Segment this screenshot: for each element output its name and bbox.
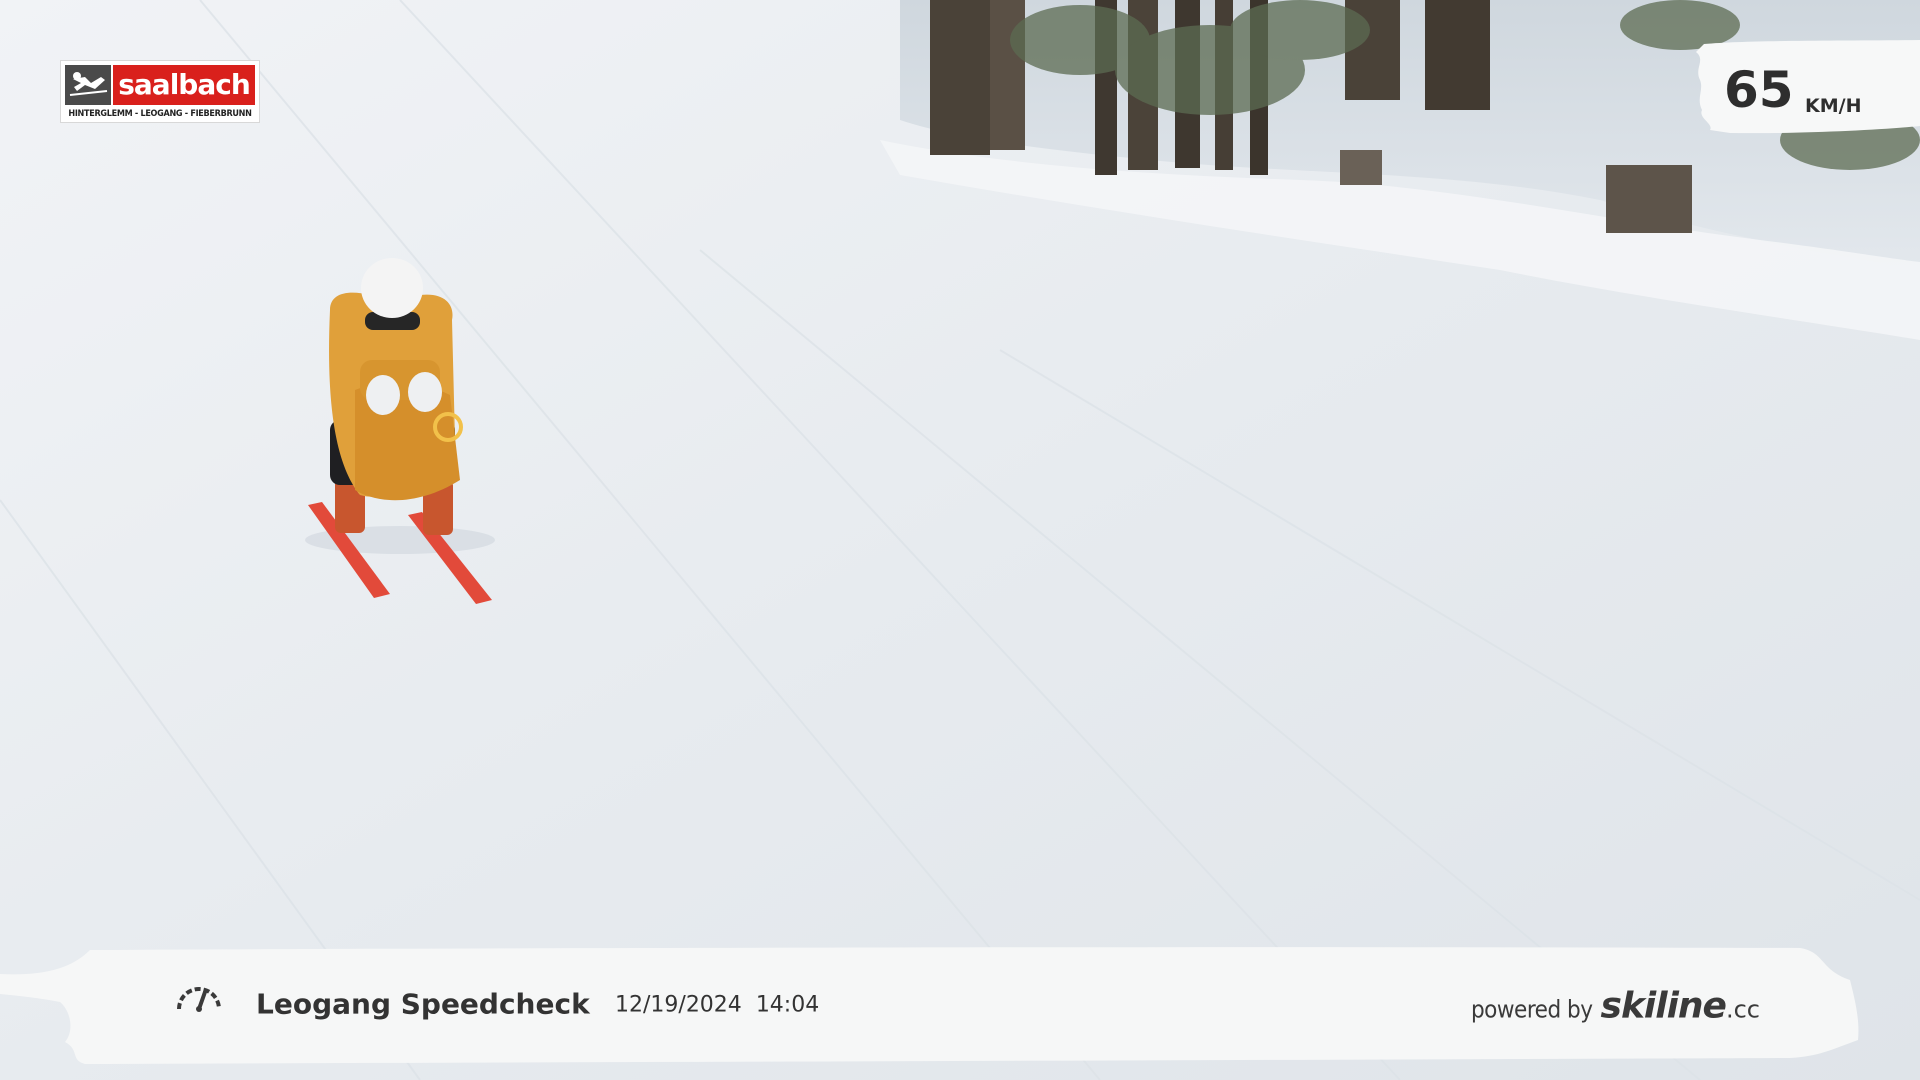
location-title: Leogang Speedcheck	[256, 987, 590, 1021]
speed-unit: KM/H	[1805, 95, 1862, 117]
logo-wordmark: saalbach	[113, 65, 255, 105]
skiline-tld: .cc	[1725, 995, 1760, 1024]
powered-by-skiline: powered by skiline.cc	[1471, 986, 1760, 1027]
skiline-brand: skiline	[1600, 985, 1727, 1027]
date-text: 12/19/2024	[615, 992, 742, 1018]
ski-slope-photo	[0, 0, 1920, 1080]
speedometer-icon	[177, 987, 221, 1012]
powered-by-text: powered by	[1470, 995, 1593, 1024]
speed-badge: 65 KM/H	[1690, 38, 1920, 135]
speed-value: 65	[1724, 61, 1794, 119]
skier-figure-icon	[69, 72, 108, 96]
logo-subtitle: HINTERGLEMM - LEOGANG - FIEBERBRUNN	[68, 109, 252, 119]
skier-logo-icon	[65, 65, 111, 105]
saalbach-logo: saalbach HINTERGLEMM - LEOGANG - FIEBERB…	[61, 61, 259, 122]
date-time: 12/19/2024 14:04	[615, 993, 833, 1018]
time-text: 14:04	[755, 992, 820, 1018]
